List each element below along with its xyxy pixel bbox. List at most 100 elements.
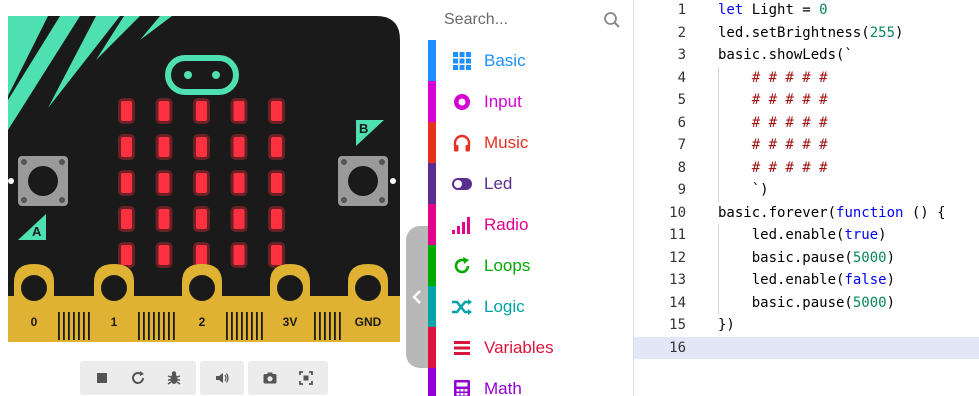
category-loops[interactable]: Loops (428, 245, 633, 286)
stop-icon (97, 373, 107, 383)
code-line[interactable]: 16 (634, 336, 979, 359)
code-text: # # # # # (751, 92, 828, 108)
code-line[interactable]: 12 basic.pause(5000) (634, 247, 979, 269)
led-2-2 (196, 173, 207, 193)
simulator-view (248, 361, 328, 395)
button-b-label: B (359, 121, 368, 136)
code-text: basic.pause(5000) (718, 249, 896, 266)
category-label-radio: Radio (484, 214, 529, 234)
edge-pin (256, 312, 258, 340)
code-line[interactable]: 14 basic.pause(5000) (634, 292, 979, 314)
category-label-logic: Logic (484, 296, 525, 316)
code-text: led.setBrightness(255) (718, 24, 904, 41)
edge-pin (88, 312, 90, 340)
code-line[interactable]: 13 led.enable(false) (634, 269, 979, 291)
led-1-1 (158, 137, 170, 157)
code-line[interactable]: 3 basic.showLeds(` (634, 44, 979, 66)
code-line[interactable]: 4 # # # # # (634, 67, 979, 89)
led-2-0 (121, 173, 132, 193)
pin-3v[interactable] (270, 264, 310, 301)
category-radio[interactable]: Radio (428, 204, 633, 245)
category-label-math: Math (484, 378, 522, 396)
simulator-audio (200, 361, 244, 395)
edge-pin (261, 312, 263, 340)
code-text: basic.pause(5000) (718, 294, 896, 311)
line-number: 1 (677, 2, 686, 18)
edge-pin (173, 312, 175, 340)
microbit-board: A B 0 1 2 3V GND (8, 16, 400, 342)
line-number: 12 (669, 249, 686, 266)
circle-icon (450, 90, 474, 114)
led-0-0 (121, 101, 132, 121)
fullscreen-button[interactable] (290, 361, 322, 395)
line-number: 9 (677, 182, 686, 198)
collapse-simulator-button[interactable] (406, 226, 428, 368)
code-text: }) (718, 317, 735, 333)
code-line[interactable]: 10 basic.forever(function () { (634, 202, 979, 224)
code-line[interactable]: 2 led.setBrightness(255) (634, 22, 979, 44)
restart-button[interactable] (122, 361, 154, 395)
pin-label-3v: 3V (283, 315, 298, 329)
led-0-2 (196, 101, 207, 121)
edge-pin (83, 312, 85, 340)
category-label-variables: Variables (484, 337, 554, 357)
category-math[interactable]: Math (428, 368, 633, 396)
code-editor[interactable]: 1 let Light = 0 2 led.setBrightness(255) 3 ba… (634, 0, 979, 396)
led-2-1 (158, 173, 170, 193)
simulator-panel: A B 0 1 2 3V GND (0, 0, 428, 396)
code-line[interactable]: 1 let Light = 0 (634, 0, 979, 21)
speaker-icon (216, 373, 229, 383)
category-variables[interactable]: Variables (428, 327, 633, 368)
code-line[interactable]: 8 # # # # # (634, 157, 979, 179)
edge-pin (158, 312, 160, 340)
edge-pin (63, 312, 65, 340)
pin-2[interactable] (182, 264, 222, 301)
category-label-led: Led (484, 173, 513, 193)
button-a[interactable] (18, 156, 68, 206)
screenshot-button[interactable] (254, 361, 286, 395)
edge-pin (163, 312, 165, 340)
edge-pin (241, 312, 243, 340)
code-text: # # # # # (751, 159, 828, 176)
category-music[interactable]: Music (428, 122, 633, 163)
category-logic[interactable]: Logic (428, 286, 633, 327)
pin-label-2: 2 (199, 315, 206, 329)
line-number: 5 (677, 92, 686, 108)
category-led[interactable]: Led (428, 163, 633, 204)
category-basic[interactable]: Basic (428, 40, 633, 81)
pin-label-gnd: GND (355, 315, 382, 329)
stop-button[interactable] (86, 361, 118, 395)
line-number: 8 (677, 159, 686, 176)
code-line[interactable]: 9 `) (634, 179, 979, 201)
debug-button[interactable] (158, 361, 190, 395)
category-input[interactable]: Input (428, 81, 633, 122)
code-text: basic.showLeds(` (718, 47, 853, 63)
pin-1[interactable] (94, 264, 134, 301)
code-line[interactable]: 6 # # # # # (634, 112, 979, 134)
line-number: 4 (677, 69, 686, 86)
code-text: led.enable(false) (718, 272, 896, 288)
edge-pin (148, 312, 150, 340)
led-2-3 (233, 173, 245, 193)
line-number: 14 (669, 294, 686, 311)
code-line[interactable]: 5 # # # # # (634, 89, 979, 111)
led-3-1 (158, 209, 170, 229)
mute-button[interactable] (206, 361, 238, 395)
edge-pin (231, 312, 233, 340)
edge-pin (58, 312, 60, 340)
led-3-2 (196, 209, 207, 229)
button-b[interactable] (338, 156, 388, 206)
code-line[interactable]: 15}) (634, 314, 979, 336)
code-line[interactable]: 7 # # # # # (634, 134, 979, 156)
edge-pin (236, 312, 238, 340)
pin-gnd[interactable] (348, 264, 388, 301)
edge-pin (251, 312, 253, 340)
category-label-basic: Basic (484, 50, 526, 70)
led-4-3 (233, 245, 245, 265)
led-1-4 (271, 137, 282, 157)
led-3-0 (121, 209, 132, 229)
code-line[interactable]: 11 led.enable(true) (634, 224, 979, 246)
search-icon[interactable] (603, 11, 621, 29)
pin-0[interactable] (14, 264, 54, 301)
edge-pin (339, 312, 341, 340)
